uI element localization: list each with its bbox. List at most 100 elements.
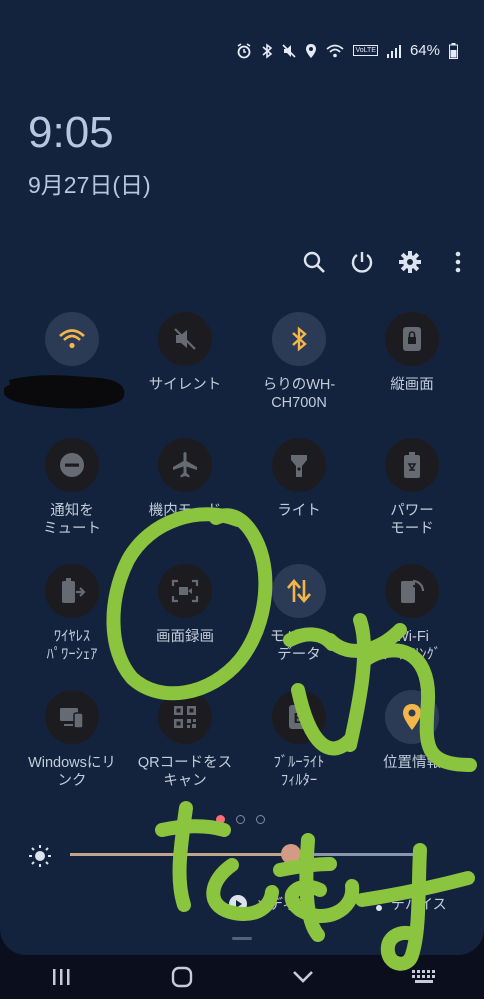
hotspot-icon	[401, 579, 425, 603]
tile-do-not-disturb[interactable]: 通知を ミュート	[14, 438, 130, 538]
tile-label: Windowsにリ ンク	[28, 755, 116, 789]
tile-power-mode[interactable]: パワー モード	[354, 438, 470, 538]
settings-icon	[399, 251, 421, 273]
tile-label: QRコードをス キャン	[137, 755, 233, 789]
home-button[interactable]	[152, 957, 212, 997]
screen-recorder-icon	[171, 579, 199, 603]
media-button[interactable]: メディア	[228, 894, 310, 914]
wifi-icon	[59, 329, 85, 349]
devices-button[interactable]: デバイス	[368, 894, 447, 914]
blue-light-filter-icon: B	[289, 705, 309, 729]
keyboard-icon	[411, 970, 435, 983]
quick-panel: VoLTE 64% 9:05 9月27日(日) サイレント らりのWH- CH7…	[0, 0, 484, 955]
status-bar: VoLTE 64%	[236, 42, 458, 59]
page-indicator	[216, 815, 265, 824]
location-status-icon	[305, 43, 317, 59]
tile-circle[interactable]	[272, 438, 326, 492]
tile-circle[interactable]	[45, 564, 99, 618]
back-icon	[292, 971, 313, 983]
bluetooth-icon	[292, 326, 307, 352]
link-to-windows-icon	[60, 708, 84, 729]
tile-label: サイレント	[148, 377, 222, 393]
do-not-disturb-icon	[60, 453, 84, 477]
tile-label: ﾜｲﾔﾚｽ ﾊﾟﾜｰｼｪｱ	[46, 629, 98, 663]
tile-label: モバイル データ	[270, 629, 328, 663]
brightness-fill	[70, 853, 291, 856]
tile-label: 機内モード	[148, 503, 222, 519]
battery-percent: 64%	[409, 42, 440, 59]
search-icon	[303, 251, 325, 273]
tile-location[interactable]: 位置情報	[354, 690, 470, 772]
tile-screen-recorder[interactable]: 画面録画	[127, 564, 243, 646]
power-icon	[351, 252, 373, 273]
volte-badge: VoLTE	[353, 45, 378, 56]
page-dot[interactable]	[256, 815, 265, 824]
tile-label: 縦画面	[390, 377, 434, 393]
recents-button[interactable]	[31, 957, 91, 997]
brightness-slider[interactable]	[70, 844, 415, 864]
tile-bluetooth[interactable]: らりのWH- CH700N	[241, 312, 357, 412]
power-button[interactable]	[338, 248, 386, 276]
devices-label: デバイス	[391, 896, 447, 912]
tile-blue-light-filter[interactable]: B ﾌﾞﾙｰﾗｲﾄ ﾌｨﾙﾀｰ	[241, 690, 357, 790]
media-label: メディア	[255, 896, 311, 912]
tile-circle[interactable]	[45, 438, 99, 492]
brightness-control	[26, 840, 416, 870]
clock-time[interactable]: 9:05	[28, 108, 114, 158]
tile-circle[interactable]	[45, 312, 99, 366]
search-button[interactable]	[290, 248, 338, 276]
page-dot[interactable]	[216, 815, 225, 824]
portrait-lock-icon	[403, 327, 421, 351]
navigation-bar	[0, 955, 484, 999]
tile-qr-scan[interactable]: QRコードをス キャン	[127, 690, 243, 790]
flashlight-icon	[291, 455, 307, 477]
clock-date[interactable]: 9月27日(日)	[28, 166, 151, 200]
location-icon	[403, 704, 421, 730]
devices-icon	[370, 899, 382, 911]
play-icon	[229, 895, 247, 913]
tile-circle[interactable]	[158, 690, 212, 744]
power-mode-icon	[404, 452, 420, 478]
tile-circle[interactable]	[158, 564, 212, 618]
brightness-thumb[interactable]	[280, 844, 301, 864]
airplane-icon	[173, 452, 197, 478]
tile-label: ライト	[277, 503, 321, 519]
tile-airplane[interactable]: 機内モード	[127, 438, 243, 520]
tile-circle[interactable]	[385, 690, 439, 744]
tile-circle[interactable]	[385, 438, 439, 492]
svg-text:B: B	[294, 710, 305, 727]
settings-button[interactable]	[386, 248, 434, 276]
alarm-icon	[236, 42, 252, 59]
tile-portrait[interactable]: 縦画面	[354, 312, 470, 394]
qr-scan-icon	[174, 706, 196, 728]
tile-circle[interactable]: B	[272, 690, 326, 744]
tile-label: 画面録画	[156, 629, 214, 645]
tile-circle[interactable]	[385, 312, 439, 366]
tile-mobile-data[interactable]: モバイル データ	[241, 564, 357, 664]
back-button[interactable]	[273, 957, 333, 997]
keyboard-button[interactable]	[394, 957, 454, 997]
brightness-icon	[29, 845, 51, 867]
tile-wifi[interactable]	[14, 312, 130, 376]
tile-silent[interactable]: サイレント	[127, 312, 243, 394]
tile-circle[interactable]	[385, 564, 439, 618]
tile-wireless-powershare[interactable]: ﾜｲﾔﾚｽ ﾊﾟﾜｰｼｪｱ	[14, 564, 130, 664]
tile-hotspot[interactable]: Wi-Fi ﾃﾞｻﾞﾘﾝｸﾞ	[354, 564, 470, 664]
tile-flashlight[interactable]: ライト	[241, 438, 357, 520]
home-icon	[171, 966, 192, 988]
tile-circle[interactable]	[272, 564, 326, 618]
sound-off-icon	[174, 328, 196, 350]
mobile-data-icon	[287, 579, 311, 603]
page-dot[interactable]	[236, 815, 245, 824]
more-options-button[interactable]	[434, 248, 482, 276]
more-icon	[455, 251, 461, 273]
tile-link-to-windows[interactable]: Windowsにリ ンク	[14, 690, 130, 790]
tile-circle[interactable]	[158, 438, 212, 492]
mute-status-icon	[282, 43, 297, 59]
tile-circle[interactable]	[158, 312, 212, 366]
panel-handle[interactable]	[232, 937, 252, 940]
panel-toolbar	[290, 248, 482, 276]
tile-circle[interactable]	[272, 312, 326, 366]
tile-label: Wi-Fi ﾃﾞｻﾞﾘﾝｸﾞ	[383, 629, 441, 663]
tile-circle[interactable]	[45, 690, 99, 744]
